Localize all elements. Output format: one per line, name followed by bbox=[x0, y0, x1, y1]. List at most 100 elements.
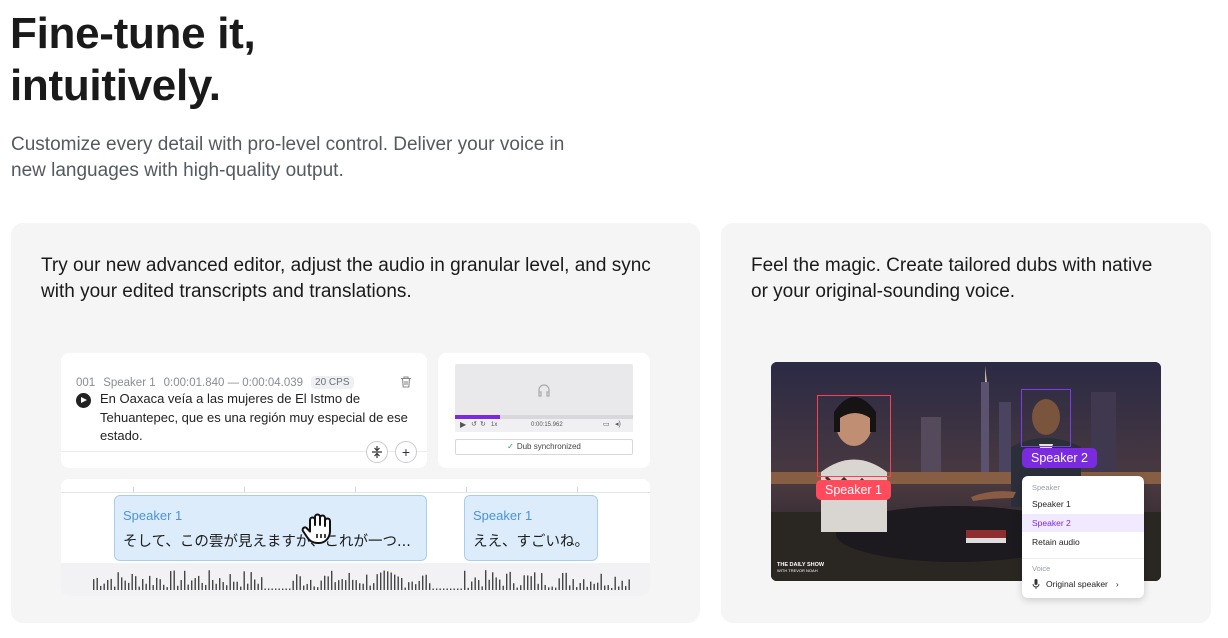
waveform-bar bbox=[471, 581, 473, 590]
waveform-bar bbox=[96, 577, 98, 590]
waveform-bar bbox=[397, 576, 399, 590]
waveform-bar bbox=[135, 576, 137, 590]
waveform-bar bbox=[600, 573, 602, 590]
microphone-icon bbox=[1032, 579, 1040, 589]
waveform-bar bbox=[383, 570, 385, 590]
waveform-bar bbox=[194, 578, 196, 590]
grab-hand-icon bbox=[301, 513, 331, 544]
waveform-bar bbox=[614, 576, 616, 590]
waveform-bar bbox=[628, 579, 630, 590]
play-small-icon[interactable]: ▶ bbox=[460, 420, 466, 429]
waveform-bar bbox=[457, 588, 459, 590]
menu-item-retain-audio[interactable]: Retain audio bbox=[1022, 533, 1144, 551]
player-controls: ▶ ↺ ↻ 1x 0:00:15.962 ▭ ◂) bbox=[455, 419, 633, 432]
trash-icon[interactable] bbox=[399, 375, 413, 389]
hero-title-line1: Fine-tune it, bbox=[10, 9, 256, 58]
waveform-bar bbox=[163, 584, 165, 590]
speaker2-tag[interactable]: Speaker 2 bbox=[1022, 448, 1097, 468]
forward-icon[interactable]: ↻ bbox=[480, 420, 486, 428]
audio-waveform[interactable] bbox=[61, 563, 650, 596]
waveform-bar bbox=[425, 574, 427, 590]
waveform-bar bbox=[460, 588, 462, 590]
waveform-bar bbox=[117, 572, 119, 590]
waveform-bar bbox=[320, 580, 322, 590]
waveform-bar bbox=[264, 588, 266, 590]
waveform-bar bbox=[534, 572, 536, 590]
face-box-speaker2 bbox=[1021, 389, 1071, 447]
waveform-bar bbox=[114, 586, 116, 590]
hero-title-line2: intuitively. bbox=[10, 61, 221, 110]
timeline-segment-1[interactable]: Speaker 1 そして、この雲が見えますが、これが一つ... bbox=[114, 495, 427, 561]
waveform-bar bbox=[404, 587, 406, 590]
waveform-bar bbox=[541, 573, 543, 590]
waveform-bar bbox=[187, 584, 189, 590]
waveform-bar bbox=[555, 587, 557, 590]
segment-speaker-label: Speaker 1 bbox=[473, 508, 533, 523]
waveform-bar bbox=[429, 583, 431, 590]
waveform-bar bbox=[359, 583, 361, 590]
ruler-tick bbox=[244, 487, 245, 492]
waveform-bar bbox=[292, 580, 294, 590]
rewind-icon[interactable]: ↺ bbox=[471, 420, 477, 428]
waveform-bar bbox=[222, 582, 224, 590]
waveform-bars bbox=[93, 570, 630, 590]
waveform-bar bbox=[149, 575, 151, 590]
segment-translation-text: ええ、すごいね。 bbox=[473, 534, 589, 550]
volume-icon[interactable]: ◂) bbox=[615, 420, 621, 428]
pip-icon[interactable]: ▭ bbox=[603, 420, 610, 428]
sync-status-text: Dub synchronized bbox=[516, 442, 581, 451]
waveform-bar bbox=[373, 583, 375, 590]
transcript-panel: 001 Speaker 1 0:00:01.840 — 0:00:04.039 … bbox=[61, 353, 427, 468]
ruler-tick bbox=[355, 487, 356, 492]
waveform-bar bbox=[523, 575, 525, 590]
waveform-bar bbox=[530, 576, 532, 590]
add-segment-button[interactable]: + bbox=[395, 441, 417, 463]
segment-index: 001 bbox=[76, 376, 96, 389]
waveform-bar bbox=[180, 580, 182, 590]
waveform-bar bbox=[411, 581, 413, 590]
waveform-bar bbox=[100, 585, 102, 590]
menu-item-speaker1[interactable]: Speaker 1 bbox=[1022, 495, 1144, 513]
speed-label[interactable]: 1x bbox=[491, 422, 497, 428]
waveform-bar bbox=[138, 586, 140, 590]
waveform-bar bbox=[205, 584, 207, 590]
speaker1-tag[interactable]: Speaker 1 bbox=[816, 480, 891, 500]
waveform-bar bbox=[527, 575, 529, 590]
split-segment-button[interactable] bbox=[366, 441, 388, 463]
waveform-bar bbox=[212, 579, 214, 590]
segment-time-range: 0:00:01.840 — 0:00:04.039 bbox=[163, 376, 304, 389]
headphones-icon bbox=[538, 384, 550, 397]
waveform-bar bbox=[488, 579, 490, 590]
waveform-bar bbox=[348, 572, 350, 590]
waveform-bar bbox=[499, 579, 501, 590]
transcript-text[interactable]: En Oaxaca veía a las mujeres de El Istmo… bbox=[100, 390, 410, 446]
waveform-bar bbox=[572, 579, 574, 590]
waveform-bar bbox=[478, 580, 480, 590]
waveform-bar bbox=[145, 583, 147, 590]
waveform-bar bbox=[173, 570, 175, 590]
waveform-bar bbox=[558, 578, 560, 590]
waveform-bar bbox=[299, 576, 301, 590]
waveform-bar bbox=[611, 587, 613, 590]
waveform-bar bbox=[177, 585, 179, 590]
hero-subtitle: Customize every detail with pro-level co… bbox=[11, 134, 565, 181]
waveform-bar bbox=[474, 577, 476, 590]
speaker-section-label: Speaker bbox=[1032, 483, 1060, 492]
timeline-segment-2[interactable]: Speaker 1 ええ、すごいね。 bbox=[464, 495, 598, 561]
waveform-bar bbox=[191, 580, 193, 590]
voice-selector[interactable]: Original speaker › bbox=[1032, 579, 1119, 589]
play-icon[interactable] bbox=[76, 393, 91, 408]
waveform-bar bbox=[366, 574, 368, 590]
waveform-bar bbox=[562, 573, 564, 590]
waveform-bar bbox=[583, 579, 585, 590]
waveform-bar bbox=[516, 587, 518, 590]
waveform-bar bbox=[513, 583, 515, 590]
menu-item-speaker2[interactable]: Speaker 2 bbox=[1022, 514, 1144, 532]
waveform-bar bbox=[306, 583, 308, 590]
ruler-tick bbox=[466, 487, 467, 492]
waveform-bar bbox=[450, 588, 452, 590]
waveform-bar bbox=[593, 583, 595, 590]
editor-card-title: Try our new advanced editor, adjust the … bbox=[41, 255, 651, 302]
split-icon bbox=[372, 446, 382, 458]
waveform-bar bbox=[93, 579, 95, 590]
